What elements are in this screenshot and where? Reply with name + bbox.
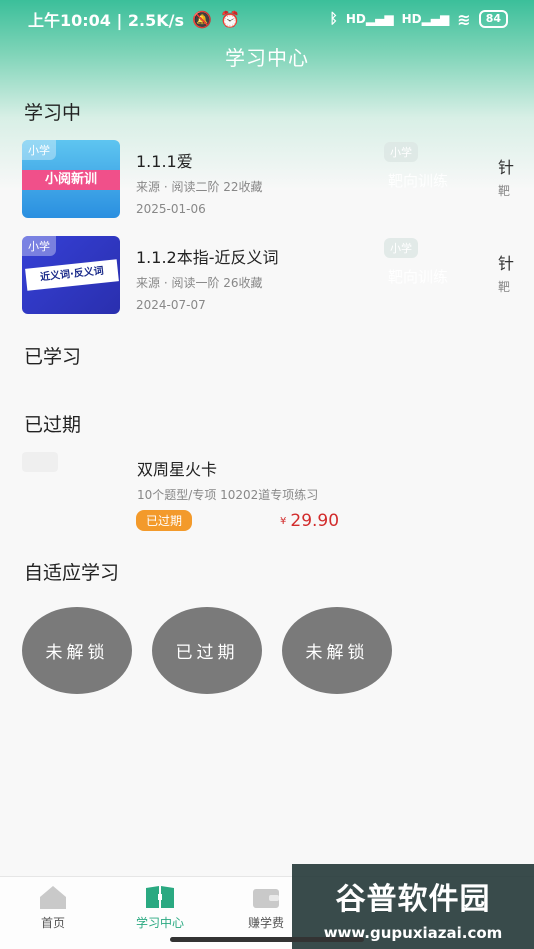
clipped-title: 针: [498, 254, 515, 273]
course-meta: 来源 · 阅读一阶 26收藏: [136, 276, 263, 290]
clipped-title: 针: [498, 158, 515, 177]
price-value: 29.90: [290, 511, 340, 531]
alarm-icon: ⏰: [219, 9, 240, 29]
home-indicator[interactable]: [170, 937, 364, 942]
thumbnail-banner: 小阅新训: [22, 170, 120, 190]
home-icon: [40, 886, 66, 909]
watermark-main: 谷普软件园: [335, 882, 491, 917]
adaptive-button-expired[interactable]: 已过期: [152, 607, 262, 694]
expired-item-thumbnail[interactable]: [22, 452, 58, 472]
tab-home-label: 首页: [40, 916, 65, 930]
expired-item-title[interactable]: 双周星火卡: [137, 456, 217, 480]
section-title-adaptive: 自适应学习: [24, 562, 120, 584]
grade-tag: 小学: [22, 236, 56, 256]
clipped-meta: 靶: [498, 184, 511, 198]
course-date: 2024-07-07: [136, 298, 206, 312]
clipped-meta: 靶: [498, 280, 511, 294]
ghost-label: 靶向训练: [388, 172, 449, 190]
tab-study-label: 学习中心: [135, 916, 184, 930]
adaptive-button-locked[interactable]: 未解锁: [282, 607, 392, 694]
adaptive-button-locked[interactable]: 未解锁: [22, 607, 132, 694]
signal-icon-2: HD▂▄▆: [401, 12, 450, 26]
course-meta: 来源 · 阅读二阶 22收藏: [136, 180, 263, 194]
tab-earn-label: 赚学费: [247, 916, 284, 930]
section-title-learning: 学习中: [24, 102, 82, 124]
currency-symbol: ¥: [280, 515, 287, 527]
course-card[interactable]: 小学 小阅新训 1.1.1爱 来源 · 阅读二阶 22收藏 2025-01-06…: [22, 140, 514, 220]
wallet-icon: [253, 889, 279, 908]
bluetooth-icon: ᛒ: [329, 11, 338, 27]
thumbnail-banner: 近义词·反义词: [25, 259, 119, 291]
ghost-grade-tag: 小学: [384, 142, 418, 162]
tab-study[interactable]: 学习中心: [110, 883, 210, 931]
signal-icon: HD▂▄▆: [345, 12, 394, 26]
status-time-speed: 上午10:04 | 2.5K/s: [28, 11, 185, 30]
expired-item-price: ¥29.90: [280, 511, 339, 531]
page-title: 学习中心: [225, 46, 309, 70]
course-title: 1.1.2本指-近反义词: [136, 248, 279, 267]
battery-icon: 84: [478, 10, 508, 28]
status-bar: 上午10:04 | 2.5K/s 🔕 ⏰ ᛒ HD▂▄▆ HD▂▄▆ ≋ 84: [0, 0, 534, 38]
wifi-icon: ≋: [457, 9, 471, 29]
course-title: 1.1.1爱: [136, 152, 193, 171]
section-title-learned: 已学习: [24, 346, 82, 368]
mute-icon: 🔕: [192, 9, 212, 29]
book-icon: [146, 886, 174, 908]
ghost-grade-tag: 小学: [384, 238, 418, 258]
course-thumbnail[interactable]: 小学 近义词·反义词: [22, 236, 120, 314]
course-card[interactable]: 小学 近义词·反义词 1.1.2本指-近反义词 来源 · 阅读一阶 26收藏 2…: [22, 236, 514, 316]
ghost-label: 靶向训练: [388, 268, 449, 286]
course-thumbnail[interactable]: 小学 小阅新训: [22, 140, 120, 218]
tab-home[interactable]: 首页: [3, 883, 103, 931]
section-title-expired: 已过期: [24, 414, 82, 436]
expired-item-meta: 10个题型/专项 10202道专项练习: [137, 488, 319, 502]
grade-tag: 小学: [22, 140, 56, 160]
expired-badge: 已过期: [136, 510, 193, 531]
course-date: 2025-01-06: [136, 202, 206, 216]
